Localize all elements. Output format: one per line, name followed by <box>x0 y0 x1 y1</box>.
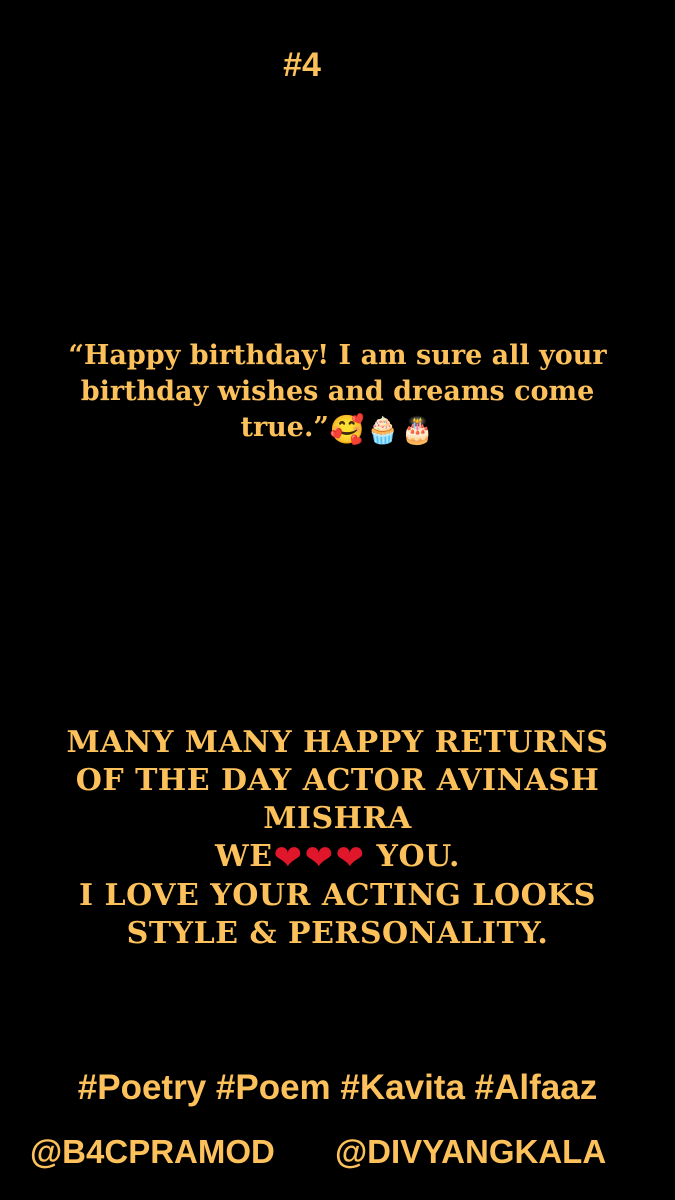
you-text: YOU. <box>376 839 460 874</box>
red-heart-icon: ❤ <box>273 838 303 878</box>
handle-b4cpramod: @B4CPRAMOD <box>30 1133 275 1170</box>
red-heart-icon: ❤ <box>335 838 365 878</box>
wish-line: OF THE DAY ACTOR AVINASH <box>75 763 600 798</box>
birthday-cake-icon: 🎂 <box>401 416 434 446</box>
red-heart-icon: ❤ <box>304 838 334 878</box>
love-line: STYLE & PERSONALITY. <box>126 916 549 951</box>
wish-line: MANY MANY HAPPY RETURNS <box>66 725 609 760</box>
post-number: #4 <box>283 46 321 84</box>
we-text: WE <box>215 839 273 874</box>
smiling-face-with-hearts-icon: 🥰 <box>329 413 365 446</box>
cupcake-icon: 🧁 <box>366 416 400 446</box>
birthday-quote: “Happy birthday! I am sure all your birt… <box>40 338 635 449</box>
hashtags: #Poetry #Poem #Kavita #Alfaaz <box>77 1068 598 1107</box>
birthday-wish: MANY MANY HAPPY RETURNS OF THE DAY ACTOR… <box>20 724 655 953</box>
we-love-you-line: WE❤❤❤ YOU. <box>20 838 655 877</box>
love-line: I LOVE YOUR ACTING LOOKS <box>79 878 596 913</box>
handle-divyangkala: @DIVYANGKALA <box>335 1133 607 1170</box>
wish-line: MISHRA <box>263 801 412 836</box>
